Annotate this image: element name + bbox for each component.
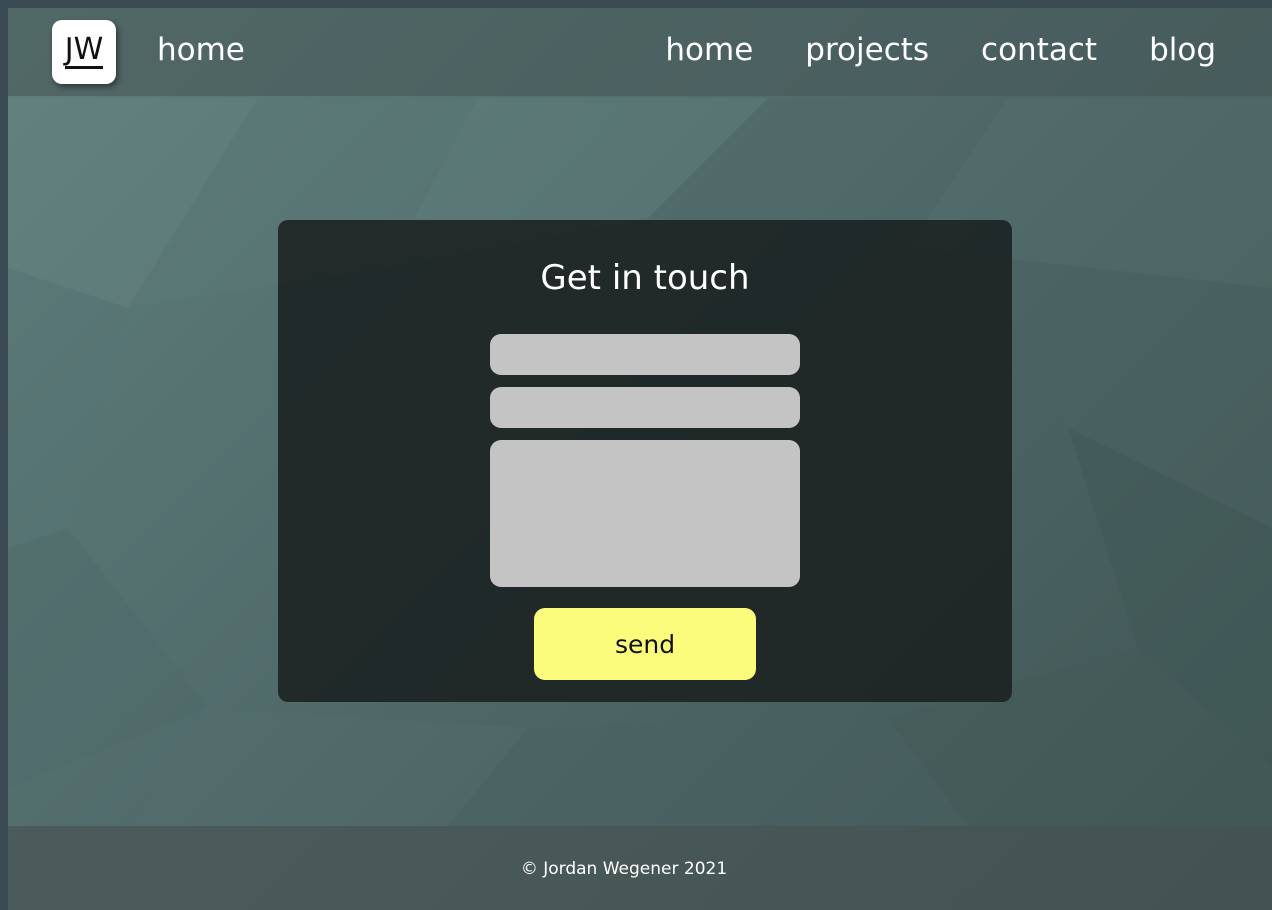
nav-blog[interactable]: blog: [1149, 32, 1216, 68]
message-textarea[interactable]: [490, 440, 800, 587]
page-frame: JW home home projects contact blog Get i…: [8, 8, 1272, 910]
copyright-text: © Jordan Wegener 2021: [520, 859, 728, 879]
brand-home-link[interactable]: home: [157, 32, 245, 68]
logo-text: JW: [64, 32, 104, 69]
nav-contact[interactable]: contact: [981, 32, 1097, 68]
send-button[interactable]: send: [534, 608, 756, 680]
footer: © Jordan Wegener 2021: [8, 826, 1272, 910]
nav-home[interactable]: home: [665, 32, 753, 68]
name-input[interactable]: [490, 334, 800, 375]
logo[interactable]: JW: [52, 20, 116, 84]
top-navbar: JW home home projects contact blog: [8, 8, 1272, 96]
main-nav: home projects contact blog: [665, 32, 1216, 68]
contact-title: Get in touch: [540, 258, 750, 298]
contact-card: Get in touch send: [278, 220, 1012, 702]
nav-projects[interactable]: projects: [805, 32, 929, 68]
email-input[interactable]: [490, 387, 800, 428]
